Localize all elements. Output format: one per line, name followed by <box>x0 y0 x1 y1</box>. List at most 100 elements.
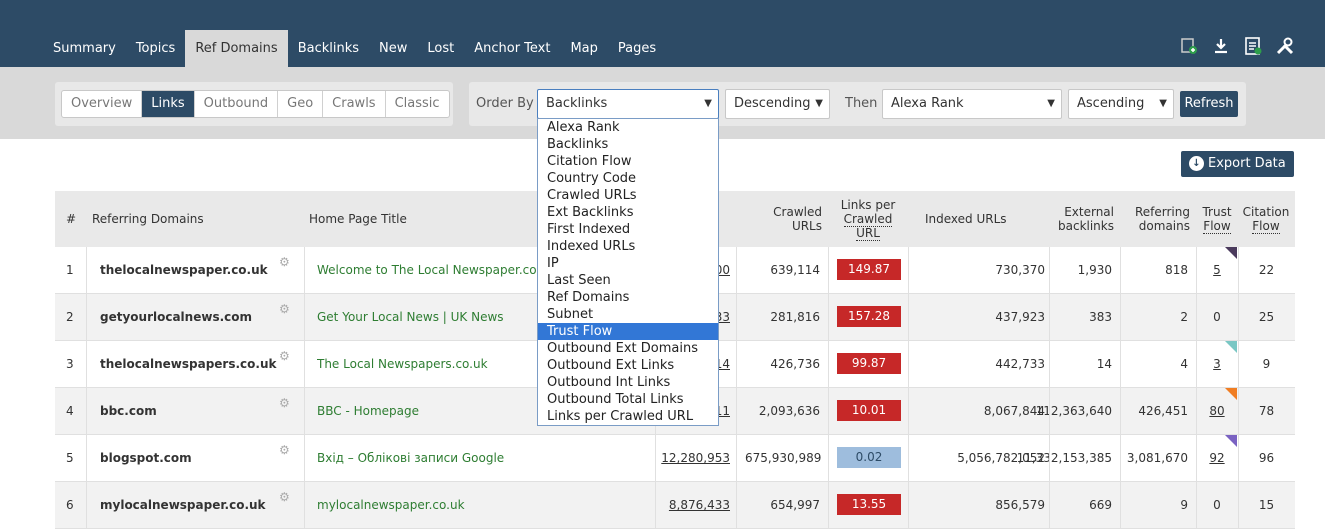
tab-summary[interactable]: Summary <box>43 30 126 67</box>
tab-map[interactable]: Map <box>560 30 607 67</box>
domain-link[interactable]: thelocalnewspapers.co.uk <box>100 341 276 388</box>
header-title[interactable]: Home Page Title <box>309 191 509 247</box>
column-divider <box>828 247 829 294</box>
refresh-button[interactable]: Refresh <box>1180 91 1238 117</box>
dropdown-option[interactable]: Trust Flow <box>538 323 718 340</box>
dropdown-option[interactable]: Outbound Total Links <box>538 391 718 408</box>
dropdown-option[interactable]: Last Seen <box>538 272 718 289</box>
dropdown-option[interactable]: Links per Crawled URL <box>538 408 718 425</box>
homepage-title-link[interactable]: Вхід – Облікові записи Google <box>317 435 545 482</box>
tab-topics[interactable]: Topics <box>126 30 185 67</box>
row-number: 2 <box>66 310 74 324</box>
nav-tabs: Summary Topics Ref Domains Backlinks New Lost… <box>43 30 666 67</box>
view-tab-links[interactable]: Links <box>142 91 195 117</box>
domain-link[interactable]: thelocalnewspaper.co.uk <box>100 247 268 294</box>
toolbar <box>1179 36 1295 56</box>
tab-lost[interactable]: Lost <box>417 30 464 67</box>
chevron-down-icon: ▼ <box>1047 98 1055 109</box>
gear-icon[interactable]: ⚙ <box>279 239 290 286</box>
tab-pages[interactable]: Pages <box>608 30 666 67</box>
domain-link[interactable]: blogspot.com <box>100 435 192 482</box>
view-tab-outbound[interactable]: Outbound <box>195 91 279 117</box>
dropdown-option[interactable]: First Indexed <box>538 221 718 238</box>
header-crawled[interactable]: Crawled URLs <box>755 191 822 247</box>
tab-anchor-text[interactable]: Anchor Text <box>464 30 560 67</box>
column-divider <box>1238 388 1239 435</box>
column-divider <box>655 435 656 482</box>
gear-icon[interactable]: ⚙ <box>279 474 290 521</box>
tools-icon[interactable] <box>1275 36 1295 56</box>
dropdown-option[interactable]: Alexa Rank <box>538 119 718 136</box>
external-backlinks-value: 1,930 <box>1077 263 1112 277</box>
links-per-crawled-badge: 157.28 <box>837 306 901 327</box>
row-number: 3 <box>66 357 74 371</box>
header-lpc-line1: Links per <box>840 198 896 212</box>
tab-new[interactable]: New <box>369 30 417 67</box>
column-divider <box>828 482 829 529</box>
dropdown-option[interactable]: Crawled URLs <box>538 187 718 204</box>
header-ext-line2: backlinks <box>1058 219 1114 233</box>
dropdown-option[interactable]: Backlinks <box>538 136 718 153</box>
csv-export-icon[interactable] <box>1243 36 1263 56</box>
backlinks-value[interactable]: 8,876,433 <box>655 482 730 529</box>
domain-link[interactable]: bbc.com <box>100 388 157 435</box>
homepage-title-link[interactable]: Welcome to The Local Newspaper.co.uk <box>317 247 545 294</box>
homepage-title-link[interactable]: Get Your Local News | UK News <box>317 294 545 341</box>
column-divider <box>1196 341 1197 388</box>
domain-link[interactable]: mylocalnewspaper.co.uk <box>100 482 266 529</box>
gear-icon[interactable]: ⚙ <box>279 333 290 380</box>
gear-icon[interactable]: ⚙ <box>279 380 290 427</box>
referring-domains-value: 9 <box>1180 498 1188 512</box>
download-icon[interactable] <box>1211 36 1231 56</box>
direction2-value: Ascending <box>1077 96 1145 111</box>
then-select[interactable]: Alexa Rank ▼ <box>882 89 1062 119</box>
header-referring[interactable]: Referring domains <box>1125 191 1190 247</box>
homepage-title-link[interactable]: BBC - Homepage <box>317 388 545 435</box>
direction1-select[interactable]: Descending ▼ <box>725 89 830 119</box>
view-tabs: Overview Links Outbound Geo Crawls Classic <box>61 90 450 118</box>
dropdown-option[interactable]: Subnet <box>538 306 718 323</box>
homepage-title-link[interactable]: mylocalnewspaper.co.uk <box>317 482 545 529</box>
domain-link[interactable]: getyourlocalnews.com <box>100 294 252 341</box>
header-indexed[interactable]: Indexed URLs <box>925 191 1015 247</box>
column-divider <box>1120 388 1121 435</box>
dropdown-option[interactable]: Outbound Ext Links <box>538 357 718 374</box>
trust-flow-value: 0 <box>1213 310 1221 324</box>
dropdown-option[interactable]: Outbound Int Links <box>538 374 718 391</box>
tab-ref-domains[interactable]: Ref Domains <box>185 30 288 67</box>
view-tab-geo[interactable]: Geo <box>278 91 324 117</box>
header-trust-flow[interactable]: Trust Flow <box>1199 191 1235 247</box>
header-links-per-crawled[interactable]: Links per Crawled URL <box>830 191 906 247</box>
citation-flow-value: 96 <box>1258 451 1275 465</box>
dropdown-option[interactable]: Indexed URLs <box>538 238 718 255</box>
chevron-down-icon: ▼ <box>704 98 712 109</box>
order-by-select[interactable]: Backlinks ▼ <box>537 89 719 119</box>
column-divider <box>86 247 87 294</box>
add-report-icon[interactable] <box>1179 36 1199 56</box>
column-divider <box>736 341 737 388</box>
header-external[interactable]: External backlinks <box>1035 191 1114 247</box>
dropdown-option[interactable]: Country Code <box>538 170 718 187</box>
view-tab-crawls[interactable]: Crawls <box>323 91 386 117</box>
direction2-select[interactable]: Ascending ▼ <box>1068 89 1174 119</box>
dropdown-option[interactable]: Ext Backlinks <box>538 204 718 221</box>
view-tab-classic[interactable]: Classic <box>386 91 449 117</box>
dropdown-option[interactable]: Ref Domains <box>538 289 718 306</box>
dropdown-option[interactable]: IP <box>538 255 718 272</box>
dropdown-option[interactable]: Outbound Ext Domains <box>538 340 718 357</box>
tab-backlinks[interactable]: Backlinks <box>288 30 369 67</box>
links-per-crawled-badge: 13.55 <box>837 494 901 515</box>
header-domain[interactable]: Referring Domains <box>92 191 292 247</box>
homepage-title-link[interactable]: The Local Newspapers.co.uk <box>317 341 545 388</box>
column-divider <box>86 482 87 529</box>
gear-icon[interactable]: ⚙ <box>279 286 290 333</box>
header-citation-flow[interactable]: Citation Flow <box>1241 191 1291 247</box>
export-data-button[interactable]: ↓ Export Data <box>1181 151 1294 177</box>
header-ref-line1: Referring <box>1134 205 1190 219</box>
dropdown-option[interactable]: Citation Flow <box>538 153 718 170</box>
column-divider <box>304 482 305 529</box>
header-num: # <box>66 212 77 226</box>
view-tab-overview[interactable]: Overview <box>62 91 143 117</box>
gear-icon[interactable]: ⚙ <box>279 427 290 474</box>
backlinks-value[interactable]: 12,280,953 <box>655 435 730 482</box>
